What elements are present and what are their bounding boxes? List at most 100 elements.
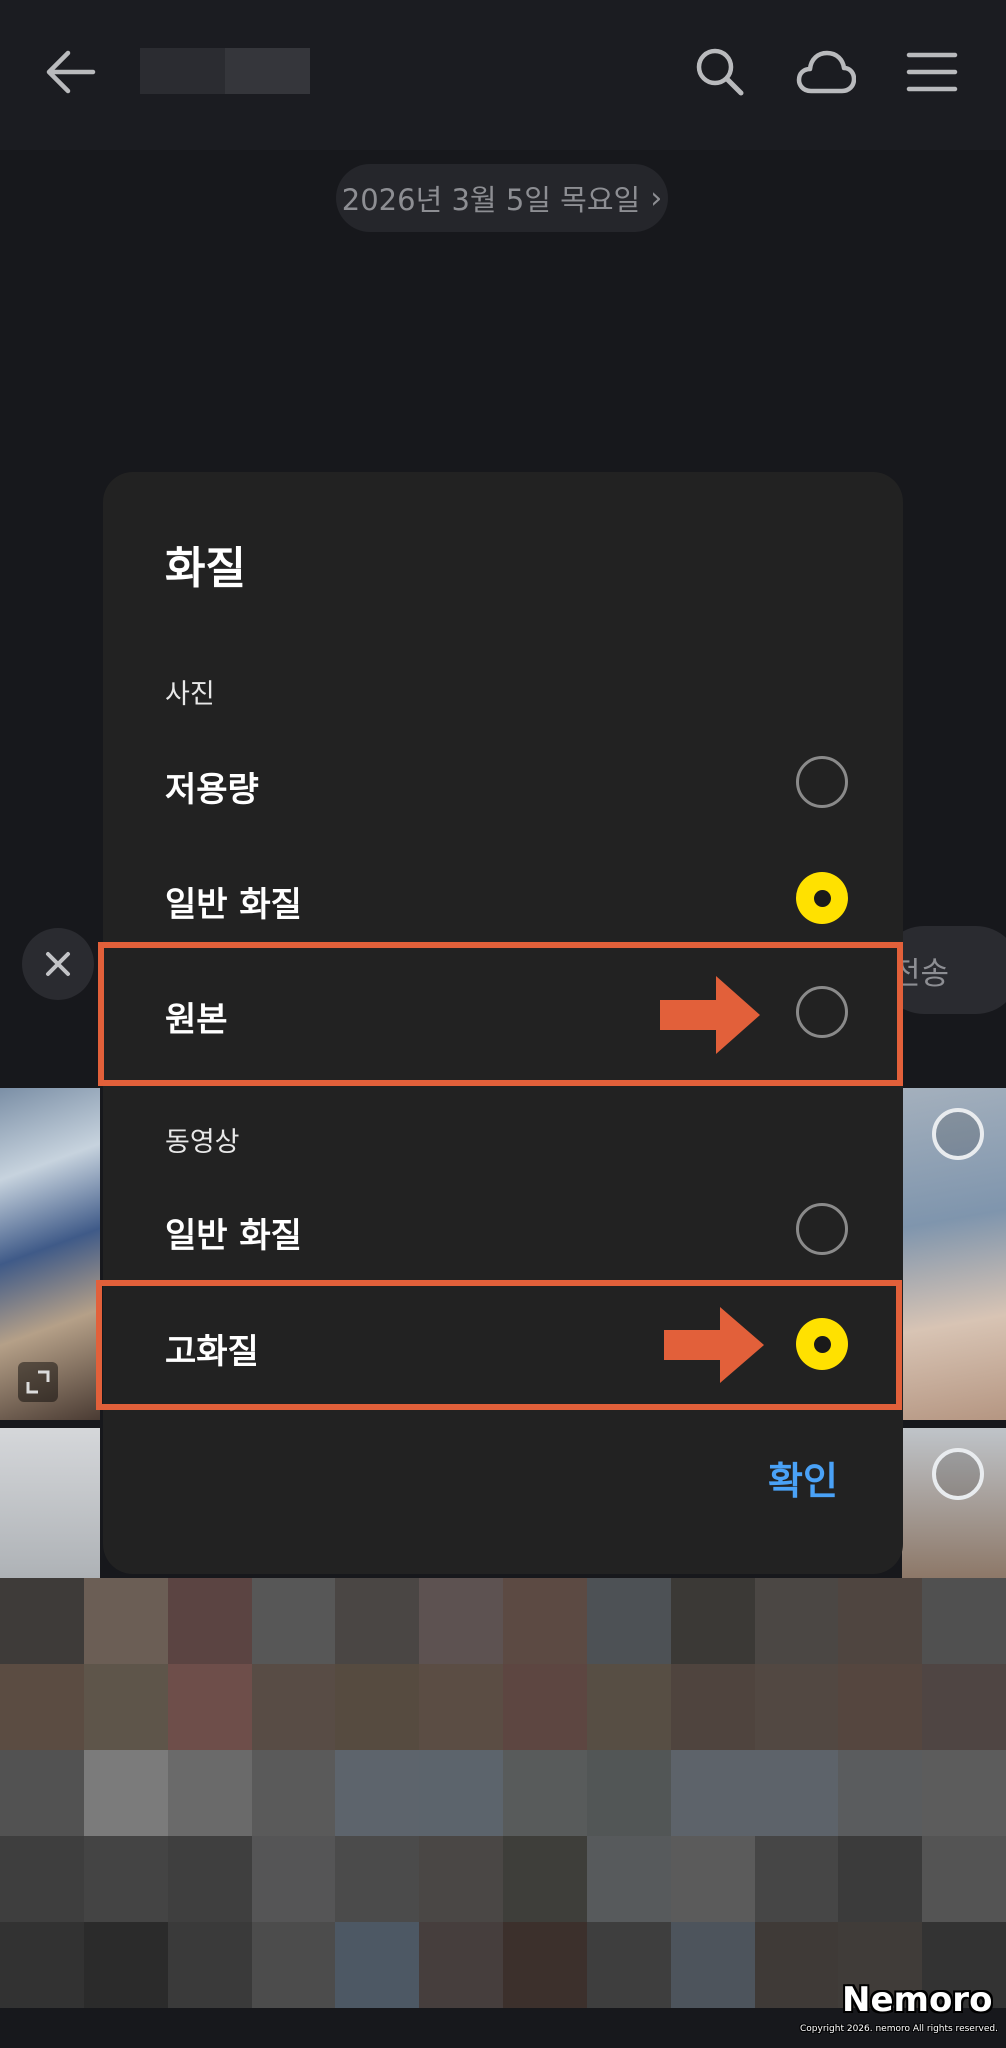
photo-thumbnail[interactable] — [0, 1428, 100, 1578]
mosaic-cell — [838, 1664, 923, 1750]
watermark-brand: Nemoro — [842, 1980, 993, 2020]
photo-select-circle[interactable] — [932, 1448, 984, 1500]
mosaic-cell — [251, 1664, 336, 1750]
photo-select-circle[interactable] — [932, 1108, 984, 1160]
mosaic-cell — [586, 1578, 671, 1664]
watermark-copyright: Copyright 2026. nemoro All rights reserv… — [800, 2024, 998, 2034]
mosaic-cell — [922, 1836, 1006, 1922]
mosaic-cell — [251, 1922, 336, 2008]
mosaic-cell — [251, 1836, 336, 1922]
quality-dialog: 화질 사진 저용량 일반 화질 원본 동영상 일반 화질 고화질 확인 — [103, 472, 903, 1574]
mosaic-cell — [503, 1664, 587, 1750]
mosaic-cell — [167, 1578, 252, 1664]
mosaic-cell — [586, 1750, 671, 1836]
mosaic-cell — [167, 1750, 252, 1836]
mosaic-cell — [0, 1922, 84, 2008]
mosaic-cell — [335, 1922, 420, 2008]
mosaic-cell — [922, 1750, 1006, 1836]
radio-video-high[interactable] — [796, 1318, 848, 1370]
mosaic-cell — [922, 1578, 1006, 1664]
mosaic-cell — [0, 1750, 84, 1836]
cancel-selection-button[interactable] — [22, 928, 94, 1000]
mosaic-cell — [670, 1664, 755, 1750]
mosaic-cell — [503, 1836, 587, 1922]
hamburger-menu-icon — [906, 52, 958, 92]
mosaic-cell — [0, 1836, 84, 1922]
expand-icon[interactable] — [18, 1362, 58, 1402]
mosaic-cell — [670, 1750, 755, 1836]
mosaic-cell — [838, 1836, 923, 1922]
mosaic-cell — [251, 1578, 336, 1664]
radio-photo-low-capacity[interactable] — [796, 756, 848, 808]
mosaic-cell — [503, 1750, 587, 1836]
confirm-button[interactable]: 확인 — [768, 1450, 838, 1505]
mosaic-cell — [83, 1750, 168, 1836]
mosaic-cell — [335, 1836, 420, 1922]
mosaic-cell — [586, 1664, 671, 1750]
radio-dot — [813, 889, 831, 907]
mosaic-cell — [754, 1578, 839, 1664]
mosaic-cell — [754, 1750, 839, 1836]
date-label: 2026년 3월 5일 목요일 — [341, 183, 641, 217]
mosaic-cell — [838, 1750, 923, 1836]
mosaic-cell — [83, 1836, 168, 1922]
mosaic-cell — [335, 1664, 420, 1750]
mosaic-cell — [419, 1664, 503, 1750]
mosaic-cell — [0, 1664, 84, 1750]
mosaic-cell — [167, 1922, 252, 2008]
mosaic-cell — [586, 1836, 671, 1922]
mosaic-cell — [754, 1664, 839, 1750]
mosaic-cell — [251, 1750, 336, 1836]
search-button[interactable] — [688, 40, 752, 104]
close-icon — [46, 952, 70, 976]
mosaic-cell — [0, 1578, 84, 1664]
search-icon — [696, 48, 744, 96]
cloud-icon — [796, 50, 856, 94]
mosaic-cell — [503, 1578, 587, 1664]
video-option-high[interactable]: 고화질 — [165, 1324, 259, 1373]
radio-photo-normal[interactable] — [796, 872, 848, 924]
chat-title-blurred — [140, 48, 310, 94]
mosaic-cell — [83, 1578, 168, 1664]
photo-option-normal[interactable]: 일반 화질 — [165, 877, 302, 926]
expand-arrows-icon — [26, 1370, 50, 1394]
arrow-right-icon — [664, 1307, 764, 1383]
photo-option-low-capacity[interactable]: 저용량 — [165, 762, 259, 811]
mosaic-cell — [754, 1836, 839, 1922]
mosaic-cell — [419, 1750, 503, 1836]
radio-video-normal[interactable] — [796, 1203, 848, 1255]
mosaic-cell — [83, 1664, 168, 1750]
mosaic-cell — [419, 1836, 503, 1922]
radio-photo-original[interactable] — [796, 986, 848, 1038]
date-selector-pill[interactable]: 2026년 3월 5일 목요일 › — [336, 164, 668, 232]
mosaic-cell — [670, 1836, 755, 1922]
mosaic-cell — [670, 1578, 755, 1664]
mosaic-cell — [83, 1922, 168, 2008]
top-app-bar — [0, 0, 1006, 150]
video-option-normal[interactable]: 일반 화질 — [165, 1208, 302, 1257]
mosaic-cell — [335, 1750, 420, 1836]
back-button[interactable] — [40, 42, 100, 102]
mosaic-cell — [167, 1664, 252, 1750]
photo-option-original[interactable]: 원본 — [165, 992, 228, 1041]
mosaic-cell — [419, 1578, 503, 1664]
menu-button[interactable] — [900, 40, 964, 104]
chevron-right-icon: › — [650, 180, 663, 216]
mosaic-cell — [503, 1922, 587, 2008]
arrow-right-icon — [660, 976, 760, 1054]
mosaic-cell — [419, 1922, 503, 2008]
mosaic-cell — [167, 1836, 252, 1922]
mosaic-cell — [838, 1578, 923, 1664]
mosaic-cell — [335, 1578, 420, 1664]
back-arrow-icon — [46, 50, 96, 94]
mosaic-cell — [586, 1922, 671, 2008]
mosaic-cell — [670, 1922, 755, 2008]
radio-dot — [813, 1335, 831, 1353]
cloud-button[interactable] — [794, 40, 858, 104]
mosaic-cell — [754, 1922, 839, 2008]
video-section-label: 동영상 — [165, 1127, 240, 1158]
mosaic-cell — [922, 1664, 1006, 1750]
blurred-photo-grid — [0, 1578, 1006, 2048]
dialog-title: 화질 — [165, 543, 246, 594]
photo-section-label: 사진 — [165, 679, 215, 710]
